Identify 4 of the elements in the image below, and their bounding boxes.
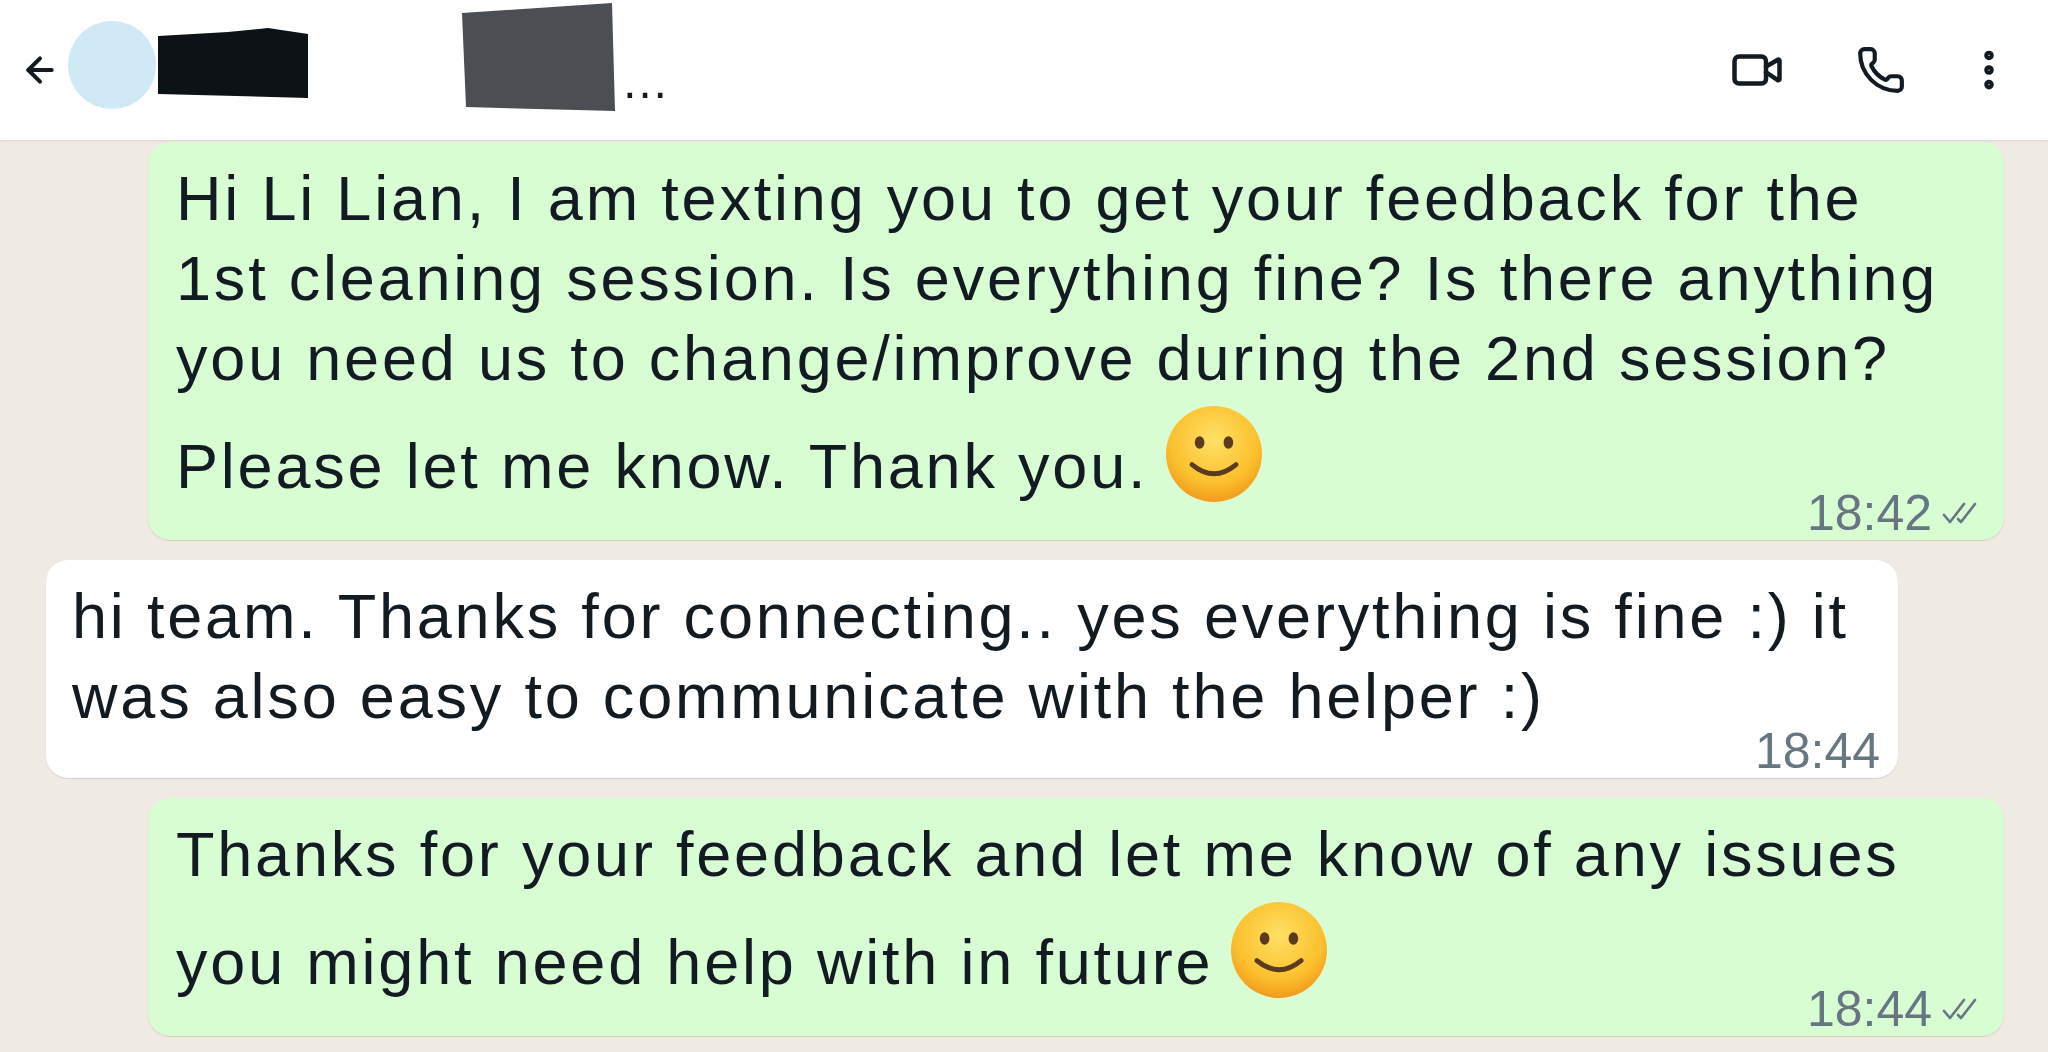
message-time: 18:44 xyxy=(1754,732,1880,770)
message-text: hi team. Thanks for connecting.. yes everything is fine :) it was also easy to communicate with the helper :) xyxy=(72,581,1849,731)
phone-icon[interactable] xyxy=(1856,45,1906,95)
contact-name[interactable]: … xyxy=(621,58,669,106)
